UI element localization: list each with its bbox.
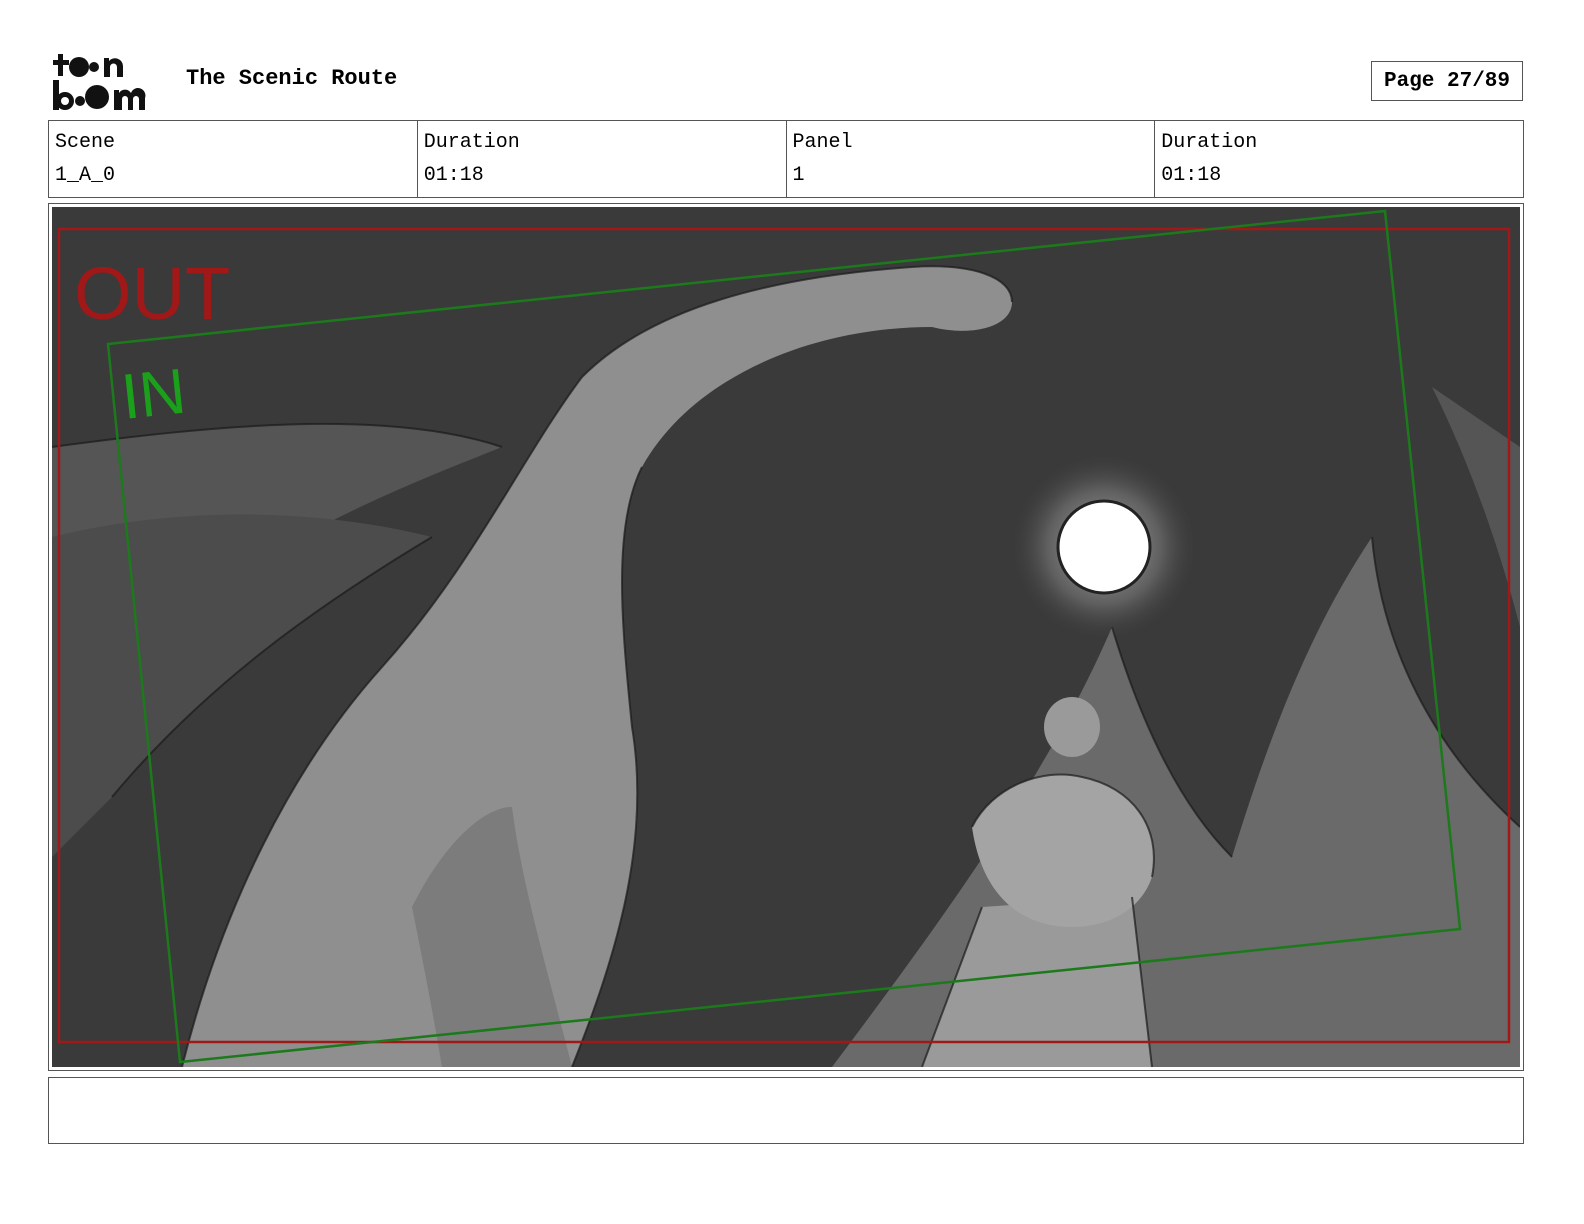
page-number: Page 27/89 <box>1371 61 1523 101</box>
toon-boom-logo <box>53 54 146 110</box>
figure-head <box>1044 697 1100 757</box>
scene-info-table: Scene 1_A_0 Duration 01:18 Panel 1 Durat… <box>48 120 1524 198</box>
panel-value: 1 <box>792 164 805 187</box>
panel-duration-cell: Duration 01:18 <box>1154 121 1523 197</box>
panel-cell: Panel 1 <box>785 121 1155 197</box>
scene-duration-label: Duration <box>423 131 520 154</box>
scene-duration-cell: Duration 01:18 <box>416 121 786 197</box>
panel-duration-label: Duration <box>1161 131 1258 154</box>
panel-duration-value: 01:18 <box>1161 164 1222 187</box>
scene-duration-value: 01:18 <box>423 164 484 187</box>
moon <box>1056 499 1152 595</box>
out-label: OUT <box>74 252 230 335</box>
scene-label: Scene <box>55 131 116 154</box>
in-label: IN <box>118 355 189 433</box>
panel-label: Panel <box>792 131 853 154</box>
panel-caption-box[interactable] <box>48 1077 1524 1144</box>
scene-value: 1_A_0 <box>55 164 116 187</box>
storyboard-panel-image: OUT IN <box>52 207 1520 1067</box>
scene-cell: Scene 1_A_0 <box>49 121 417 197</box>
project-title: The Scenic Route <box>186 66 398 91</box>
